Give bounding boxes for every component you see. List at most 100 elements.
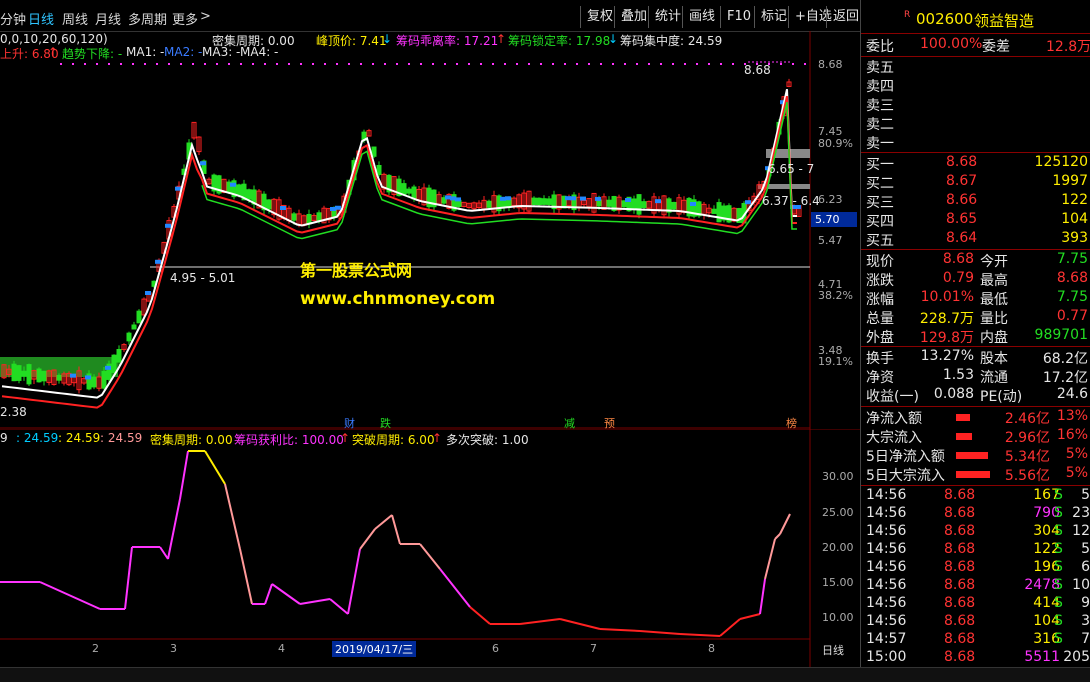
x-axis-period[interactable]: 日线 [822,642,844,658]
candle-body [291,213,297,221]
buy-level-3[interactable]: 买三 8.66 122 [864,192,1090,211]
tick-count: 6 [1081,559,1090,575]
quote-row[interactable]: 总量 228.7万 量比 0.77 [864,308,1090,327]
tick-row[interactable]: 15:00 8.68 5511 205 [864,649,1090,668]
x-axis-label: 7 [590,642,597,655]
fund-label: 收益(一) [866,389,919,405]
candle-body [126,332,132,342]
tick-price: 8.68 [944,487,976,503]
chip-concentration-label: 筹码集中度: 24.59 [620,34,723,48]
break-period-label: 突破周期: 6.00 [352,433,435,447]
flow-pct: 16% [1056,427,1088,443]
quote-row[interactable]: 涨跌 0.79 最高 8.68 [864,270,1090,289]
sell-level-2[interactable]: 卖二 [864,114,1090,133]
fund-label: 股本 [980,351,1008,367]
quote-row[interactable]: 现价 8.68 今开 7.75 [864,251,1090,270]
candle-body [536,197,542,206]
candle-body [316,212,322,222]
quote-row[interactable]: 外盘 129.8万 内盘 989701 [864,327,1090,346]
indicator-segment [639,630,681,635]
indicator-segment [264,583,273,605]
tick-row[interactable]: 14:56 8.68 304 S 12 [864,523,1090,542]
flow-label: 5日大宗流入 [866,468,945,484]
period-multi[interactable]: 多周期 [128,9,167,28]
tick-count: 5 [1081,541,1090,557]
tick-side: S [1054,523,1063,539]
candle-body [606,199,612,207]
tick-row[interactable]: 14:57 8.68 316 S 7 [864,631,1090,650]
period-monthly[interactable]: 月线 [95,9,121,28]
flow-value: 2.46亿 [1004,411,1050,427]
candle-body [111,354,117,373]
indicator-line-chart[interactable] [0,428,860,667]
buy-level-2[interactable]: 买二 8.67 1997 [864,173,1090,192]
up-arrow-icon: ↑ [496,32,507,46]
chip-marker [625,198,631,203]
tick-row[interactable]: 14:56 8.68 196 S 6 [864,559,1090,578]
tick-price: 8.68 [944,595,976,611]
indicator-segment [739,613,761,620]
flow-row[interactable]: 5日净流入额 5.34亿 5% [864,446,1090,465]
axis-label: 6.23 [818,193,843,206]
sub-indicator-panel[interactable]: 9 : 24.59 : 24.59 : 24.59 密集周期: 0.00 筹码获… [0,428,860,667]
axis-label: 30.00 [822,470,854,483]
tick-price: 8.68 [944,631,976,647]
sell-level-5[interactable]: 卖五 [864,57,1090,76]
tick-row[interactable]: 14:56 8.68 122 S 5 [864,541,1090,560]
draw-button[interactable]: 画线 [682,6,721,28]
chip-lock-label: 筹码锁定率: 17.98 [508,34,611,48]
quote-label: 总量 [866,311,894,327]
quote-row[interactable]: 涨幅 10.01% 最低 7.75 [864,289,1090,308]
flow-row[interactable]: 5日大宗流入 5.56亿 5% [864,465,1090,484]
axis-label: 38.2% [818,289,853,302]
candlestick-chart[interactable] [0,31,860,429]
indicator-segment [439,568,471,608]
buy-level-4[interactable]: 买四 8.65 104 [864,211,1090,230]
tick-row[interactable]: 14:56 8.68 167 S 5 [864,487,1090,506]
buy-level-5[interactable]: 买五 8.64 393 [864,230,1090,249]
period-daily[interactable]: 日线 [28,9,54,28]
sell-level-4[interactable]: 卖四 [864,76,1090,95]
flow-row[interactable]: 净流入额 2.46亿 13% [864,408,1090,427]
chip-marker [230,182,236,187]
axis-label: 10.00 [822,611,854,624]
main-chart-panel[interactable]: 0,0,10,20,60,120) 密集周期: 0.00 峰顶价: 7.41 ↓… [0,31,860,430]
quote-label: 最高 [980,273,1008,289]
flow-pct: 5% [1065,465,1088,481]
tick-volume: 5511 [1024,649,1060,665]
candle-body [26,364,32,385]
period-minute[interactable]: 分钟 [0,9,26,28]
candle-body [631,198,637,210]
chip-profit-label: 筹码获利比: 100.00 [234,433,344,447]
chevron-right-icon[interactable]: > [200,9,211,24]
candle-body [11,363,17,382]
flow-row[interactable]: 大宗流入 2.96亿 16% [864,427,1090,446]
level-price: 8.66 [946,192,978,208]
fundamental-row[interactable]: 净资 1.53 流通 17.2亿 [864,367,1090,386]
period-more[interactable]: 更多 [172,9,198,28]
axis-label: 5.47 [818,234,843,247]
ma3-label: MA3: - [202,45,241,59]
fund-value: 24.6 [1056,386,1088,402]
period-weekly[interactable]: 周线 [62,9,88,28]
tick-row[interactable]: 14:56 8.68 2478 S 10 [864,577,1090,596]
fundamental-row[interactable]: 换手 13.27% 股本 68.2亿 [864,348,1090,367]
buy-level-1[interactable]: 买一 8.68 125120 [864,154,1090,173]
sell-level-3[interactable]: 卖三 [864,95,1090,114]
tick-row[interactable]: 14:56 8.68 790 S 23 [864,505,1090,524]
indicator-segment [519,618,561,625]
indicator-segment [39,581,101,610]
tick-price: 8.68 [944,559,976,575]
quote-label: 内盘 [980,330,1008,346]
quote-label: 涨跌 [866,273,894,289]
tick-row[interactable]: 14:56 8.68 414 S 9 [864,595,1090,614]
tick-price: 8.68 [944,613,976,629]
watermark-url: www.chnmoney.com [300,289,496,309]
tick-time: 14:56 [866,541,907,557]
f10-button[interactable]: F10 [720,6,757,28]
candle-body [376,165,382,175]
tick-row[interactable]: 14:56 8.68 104 S 3 [864,613,1090,632]
sell-level-1[interactable]: 卖一 [864,133,1090,152]
fundamental-row[interactable]: 收益(一) 0.088 PE(动) 24.6 [864,386,1090,405]
tick-time: 14:56 [866,613,907,629]
